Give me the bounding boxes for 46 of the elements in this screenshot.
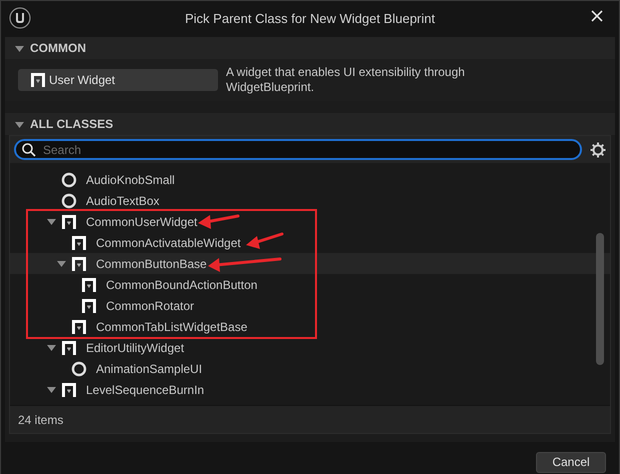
tree-row[interactable]: CommonActivatableWidget <box>10 232 610 253</box>
circle-icon <box>71 360 87 376</box>
widget-icon <box>61 382 77 398</box>
section-header[interactable]: COMMON <box>5 37 615 59</box>
section-title: COMMON <box>30 40 86 57</box>
widget-icon <box>71 234 87 250</box>
widget-icon <box>71 256 87 272</box>
section-header[interactable]: ALL CLASSES <box>5 113 615 135</box>
expander-arrow-icon[interactable] <box>15 120 24 128</box>
close-icon[interactable] <box>591 10 603 22</box>
search-field[interactable]: Search <box>14 139 582 160</box>
widget-icon <box>30 72 46 88</box>
circle-icon <box>61 172 77 188</box>
expander-arrow-icon[interactable] <box>47 385 56 394</box>
expander-arrow-icon[interactable] <box>47 343 56 352</box>
widget-icon <box>71 318 87 334</box>
logo-icon <box>9 7 31 29</box>
item-count: 24 items <box>18 412 64 428</box>
widget-icon <box>81 298 97 314</box>
widget-icon <box>61 340 77 356</box>
class-description: A widget that enables UI extensibility through WidgetBlueprint. <box>226 65 466 95</box>
widget-icon <box>81 276 97 292</box>
search-icon <box>22 143 36 157</box>
tree-row[interactable]: EditorUtilityWidget <box>10 337 610 358</box>
window-title: Pick Parent Class for New Widget Blueprint <box>185 10 435 28</box>
tree-row[interactable]: AudioKnobSmall <box>10 169 610 190</box>
expander-arrow-icon[interactable] <box>57 259 66 268</box>
expander-arrow-icon[interactable] <box>47 217 56 226</box>
tree-row[interactable]: AudioTextBox <box>10 190 610 211</box>
tree-row[interactable]: AnimationSampleUI <box>10 358 610 379</box>
settings-icon[interactable] <box>590 142 606 158</box>
expander-arrow-icon[interactable] <box>15 44 24 52</box>
cancel-button[interactable]: Cancel <box>536 452 606 472</box>
user-widget-button[interactable]: User Widget <box>18 69 218 91</box>
tree-row[interactable]: CommonBoundActionButton <box>10 274 610 295</box>
tree-row[interactable]: CommonTabListWidgetBase <box>10 316 610 337</box>
section-title: ALL CLASSES <box>30 116 114 133</box>
annotation-arrow <box>198 214 240 229</box>
tree-row[interactable]: CommonUserWidget <box>10 211 610 232</box>
circle-icon <box>61 192 77 208</box>
widget-icon <box>61 214 77 230</box>
tree-row[interactable]: LevelSequenceBurnIn <box>10 379 610 400</box>
scrollbar-thumb[interactable] <box>596 233 604 365</box>
tree-row[interactable]: CommonRotator <box>10 295 610 316</box>
tree-row[interactable]: CommonButtonBase <box>10 253 610 274</box>
annotation-arrow <box>246 232 284 249</box>
